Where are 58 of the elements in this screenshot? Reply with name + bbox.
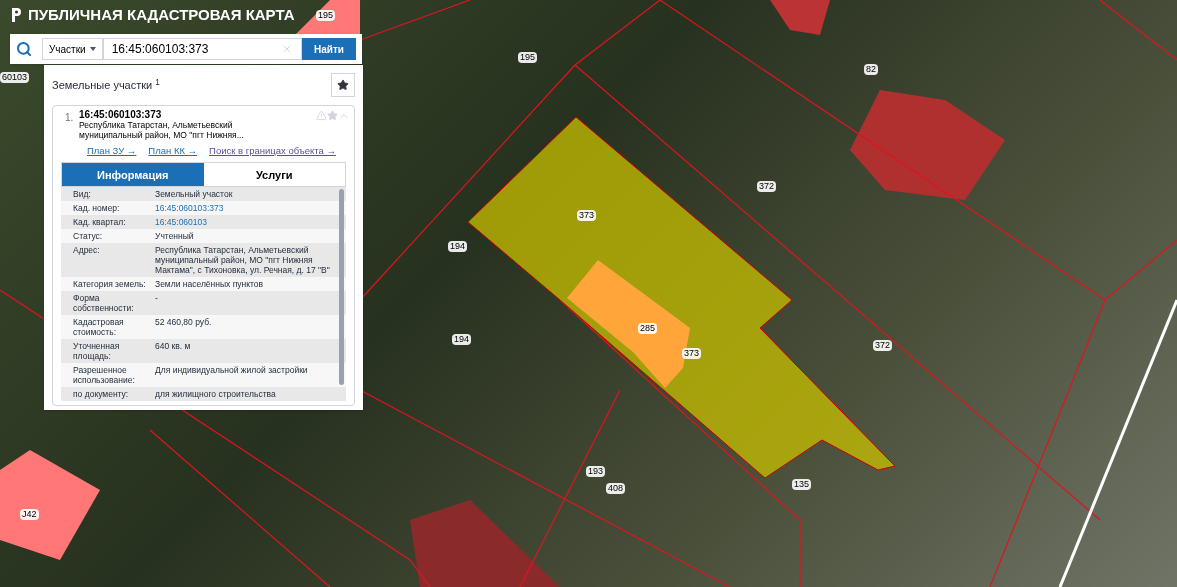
attribute-label: Кад. номер: [73, 203, 121, 214]
favorite-button[interactable] [331, 73, 355, 97]
logo-icon [10, 6, 22, 25]
attribute-value: Республика Татарстан, Альметьевский муниципальный район, МО "пгт Нижняя Мактама", с Тихоновка, ул. Речная, д. 17 "В" [155, 245, 330, 276]
attribute-value: для жилищного строительства [155, 389, 276, 400]
object-link[interactable]: План КК → [148, 144, 198, 159]
clear-icon[interactable] [281, 43, 293, 55]
attribute-label: Категория земель: [73, 279, 147, 290]
search-icon[interactable] [16, 41, 32, 57]
attribute-value: Учтенный [155, 231, 194, 242]
attribute-value: Земли населённых пунктов [155, 279, 264, 290]
parcel-number-label: 195 [316, 10, 336, 21]
attribute-label: Кадастровая стоимость: [73, 317, 125, 338]
parcel-number-label: 195 [518, 52, 538, 63]
result-address: Республика Татарстан, Альметьевский муниципальный район, МО "пгт Нижняя... [79, 120, 245, 140]
parcel-number-label: 82 [864, 64, 878, 75]
caret-icon [89, 47, 96, 51]
attribute-label: Форма собственности: [73, 293, 135, 314]
parcel-number-label: 193 [586, 466, 606, 477]
parcel-number-label: 285 [638, 323, 658, 334]
parcel-number-label: 194 [452, 334, 472, 345]
attribute-label: Уточненная площадь: [73, 341, 121, 362]
parcel-number-label: 373 [577, 210, 597, 221]
attribute-label: Статус: [73, 231, 104, 242]
parcel-number-label: 408 [606, 483, 626, 494]
object-link[interactable]: Поиск в границах объекта → [209, 144, 337, 159]
result-number: 1. [64, 111, 75, 125]
attribute-label: Кад. квартал: [73, 217, 127, 228]
object-link[interactable]: План ЗУ → [87, 144, 137, 159]
attribute-label: по документу: [73, 389, 130, 400]
results-heading: Земельные участки $^{1}$ [52, 76, 160, 93]
attribute-value: 640 кв. м [155, 341, 191, 354]
category-dropdown[interactable]: Участки [42, 38, 103, 60]
parcel-number-label: 60103 [0, 72, 30, 83]
result-title[interactable]: 16:45:060103:373 [79, 110, 316, 120]
parcel-number-label: 373 [682, 348, 702, 359]
parcel-number-label: 372 [873, 340, 893, 351]
attribute-label: Адрес: [73, 245, 101, 258]
attribute-value: Земельный участок [155, 189, 233, 200]
star-icon[interactable] [327, 110, 338, 121]
attribute-label: Разрешенное использование: [73, 365, 136, 386]
parcel-number-label: 135 [792, 479, 812, 490]
attribute-value[interactable]: 16:45:060103:373 [155, 203, 224, 214]
attribute-label: Вид: [73, 189, 92, 200]
app-title: ПУБЛИЧНАЯ КАДАСТРОВАЯ КАРТА [28, 5, 295, 25]
attribute-value[interactable]: 16:45:060103 [155, 217, 207, 228]
parcel-number-label: 194 [448, 241, 468, 252]
panel-tab[interactable]: Информация [62, 163, 204, 187]
search-input[interactable]: 16:45:060103:373 [102, 38, 302, 60]
attribute-value: - [155, 293, 158, 306]
attribute-value: Для индивидуальной жилой застройки [155, 365, 308, 378]
find-button[interactable]: Найти [302, 38, 356, 60]
parcel-number-label: J42 [20, 509, 39, 520]
attribute-value: 52 460,80 руб. [155, 317, 212, 330]
star-icon [337, 79, 349, 91]
warning-icon[interactable] [316, 110, 327, 121]
parcel-number-label: 372 [757, 181, 777, 192]
scrollbar[interactable] [339, 189, 344, 386]
